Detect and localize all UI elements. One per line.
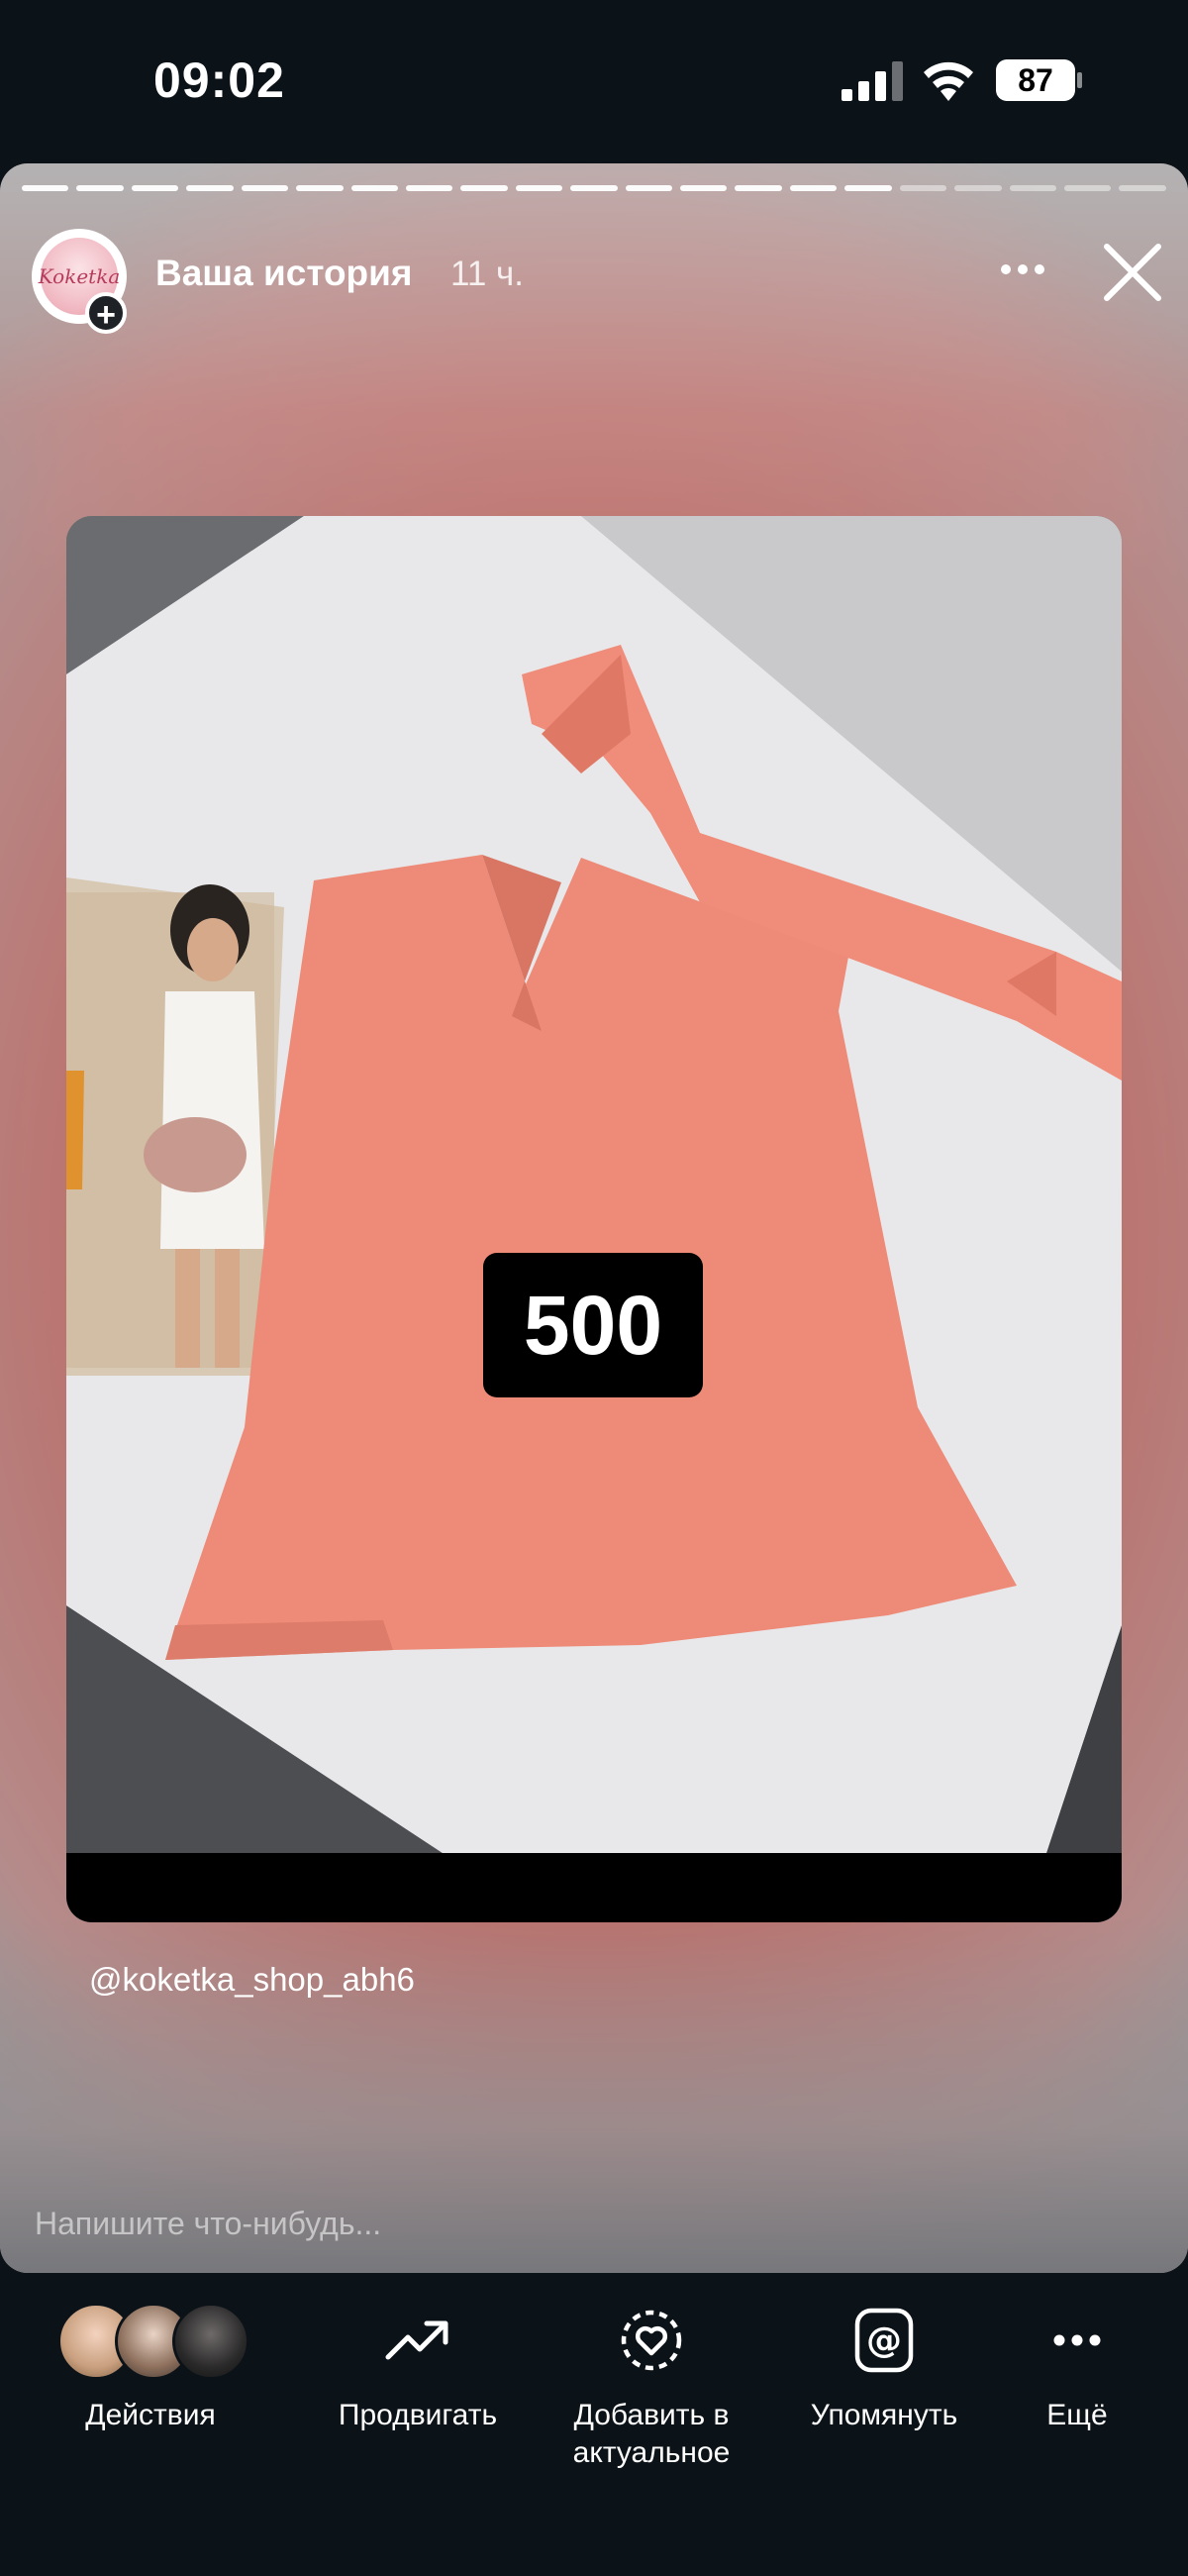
story-header: Koketka + Ваша история 11 ч. <box>0 213 1188 334</box>
progress-segment <box>570 185 618 191</box>
product-image <box>66 516 1122 1922</box>
viewer-avatar <box>172 2303 249 2380</box>
more-icon <box>1053 2334 1101 2345</box>
story-timestamp: 11 ч. <box>450 255 525 293</box>
story-photo <box>66 516 1122 1922</box>
action-label: Продвигать <box>338 2399 498 2431</box>
progress-segment <box>1119 185 1166 191</box>
progress-segment <box>22 185 69 191</box>
mention-tag[interactable]: @koketka_shop_abh6 <box>89 1961 415 1999</box>
progress-segment <box>789 185 838 191</box>
progress-segment <box>460 185 508 191</box>
progress-segment <box>186 185 234 191</box>
mention-button[interactable]: @ Упомянуть <box>785 2303 983 2434</box>
more-options-icon[interactable] <box>998 255 1047 284</box>
add-story-icon[interactable]: + <box>85 292 127 334</box>
progress-segment <box>131 185 179 191</box>
status-time: 09:02 <box>153 52 285 108</box>
progress-segment <box>76 185 124 191</box>
svg-text:@: @ <box>866 2320 902 2361</box>
story-progress-bar <box>22 185 1166 191</box>
progress-segment <box>954 185 1002 191</box>
battery-indicator: 87 <box>996 59 1083 101</box>
battery-percentage: 87 <box>1018 62 1053 98</box>
action-label: Действия <box>85 2399 216 2431</box>
add-to-highlights-button[interactable]: Добавить в актуальное <box>543 2303 760 2472</box>
progress-segment <box>515 185 563 191</box>
story-viewer[interactable]: Koketka + Ваша история 11 ч. 500 @koketk… <box>0 163 1188 2273</box>
action-label: Добавить в актуальное <box>572 2399 731 2469</box>
highlight-heart-icon <box>621 2310 682 2370</box>
progress-segment <box>899 185 947 191</box>
progress-segment <box>405 185 453 191</box>
progress-segment <box>1009 185 1057 191</box>
activity-button[interactable]: Действия <box>51 2303 249 2434</box>
trending-up-icon <box>385 2320 448 2359</box>
story-actions-bar: Действия Продвигать Добавить в актуально… <box>0 2273 1188 2576</box>
status-bar: 09:02 87 <box>0 0 1188 163</box>
promote-button[interactable]: Продвигать <box>319 2303 517 2434</box>
progress-segment <box>1064 185 1112 191</box>
viewers-avatars <box>51 2303 249 2380</box>
progress-segment <box>735 185 782 191</box>
action-label: Ещё <box>1046 2399 1108 2431</box>
progress-segment <box>350 185 398 191</box>
story-title: Ваша история <box>155 253 413 293</box>
progress-segment <box>296 185 344 191</box>
reply-input[interactable]: Напишите что-нибудь... <box>35 2206 381 2242</box>
progress-segment <box>680 185 728 191</box>
progress-segment <box>241 185 289 191</box>
close-icon[interactable] <box>1101 241 1164 304</box>
wifi-icon <box>924 61 973 101</box>
mention-icon: @ <box>854 2308 914 2372</box>
price-sticker: 500 <box>483 1253 703 1397</box>
action-label: Упомянуть <box>810 2399 958 2431</box>
progress-segment <box>844 185 892 191</box>
progress-segment <box>625 185 673 191</box>
more-button[interactable]: Ещё <box>1018 2303 1137 2434</box>
cellular-signal-icon <box>842 61 903 101</box>
